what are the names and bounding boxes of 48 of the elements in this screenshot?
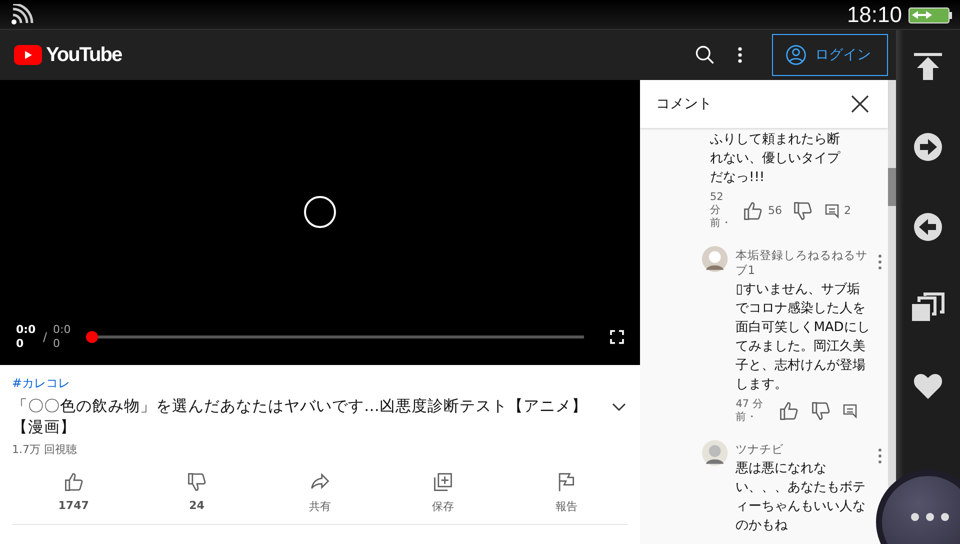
thumbs-up-icon[interactable]: [778, 400, 800, 422]
time-separator: /: [43, 330, 48, 344]
add-to-playlist-icon[interactable]: [432, 471, 454, 493]
account-icon: [785, 44, 807, 66]
action-label[interactable]: 報告: [555, 499, 578, 514]
login-button[interactable]: ログイン: [772, 34, 888, 76]
comment-text: ▯すいません、サブ垢でコロナ感染した人を面白可笑しくMADにしてみました。岡江久美子と、志村けんが登場します。: [736, 281, 870, 394]
current-time: 0:00: [16, 323, 37, 351]
comment-time: 47 分前・: [736, 398, 764, 424]
loading-spinner-icon: [303, 194, 337, 228]
video-duration: 0:00: [53, 323, 72, 351]
scroll-to-top-icon[interactable]: [913, 52, 943, 82]
battery-icon: [908, 4, 952, 24]
comment-time: 52 分前・: [710, 191, 732, 230]
avatar-icon: [702, 246, 728, 272]
reply-icon[interactable]: [824, 202, 840, 218]
action-label[interactable]: 保存: [432, 499, 454, 514]
close-icon[interactable]: [850, 94, 870, 114]
thumbs-down-icon[interactable]: [186, 471, 208, 493]
comment-text: 悪は悪になれない、、、あなたもボティーちゃんもいい人なのかもね: [736, 460, 867, 535]
action-label[interactable]: 24: [189, 499, 204, 512]
video-title: 「〇〇色の飲み物」を選んだあなたはヤバいです…凶悪度診断テスト【アニメ】【漫画】: [12, 396, 588, 438]
reply-icon[interactable]: [842, 403, 858, 419]
windows-icon[interactable]: [911, 292, 945, 322]
comment-author[interactable]: ツナチビ: [736, 442, 870, 457]
progress-thumb[interactable]: [86, 331, 98, 343]
hashtag-link[interactable]: #カレコレ: [12, 375, 628, 392]
action-label[interactable]: 共有: [309, 499, 331, 514]
reply-count: 2: [844, 204, 851, 217]
comment-text: ふりして頼まれたら断れない、優しいタイプだなっ!!!: [710, 131, 842, 187]
clock-time: 18:10: [846, 2, 902, 28]
view-count: 1.7万 回視聴: [12, 442, 78, 457]
thumbs-up-icon[interactable]: [742, 200, 764, 222]
panel-title: コメント: [656, 95, 712, 113]
like-count: 56: [768, 204, 782, 217]
avatar-icon: [702, 440, 728, 466]
action-label[interactable]: 1747: [58, 499, 89, 512]
thumbs-up-icon[interactable]: [62, 471, 85, 493]
heart-icon[interactable]: [913, 372, 943, 400]
play-logo-icon[interactable]: [14, 45, 42, 65]
logo-text[interactable]: YouTube: [46, 44, 122, 66]
fullscreen-icon[interactable]: [610, 330, 624, 344]
search-icon[interactable]: [694, 44, 716, 66]
wifi-signal-icon: [10, 4, 34, 26]
comment-author[interactable]: 本垢登録しろねるねるサブ1: [736, 248, 870, 278]
thumbs-down-icon[interactable]: [810, 400, 832, 422]
thumbs-down-icon[interactable]: [792, 200, 814, 222]
more-dots-icon[interactable]: [910, 512, 950, 522]
